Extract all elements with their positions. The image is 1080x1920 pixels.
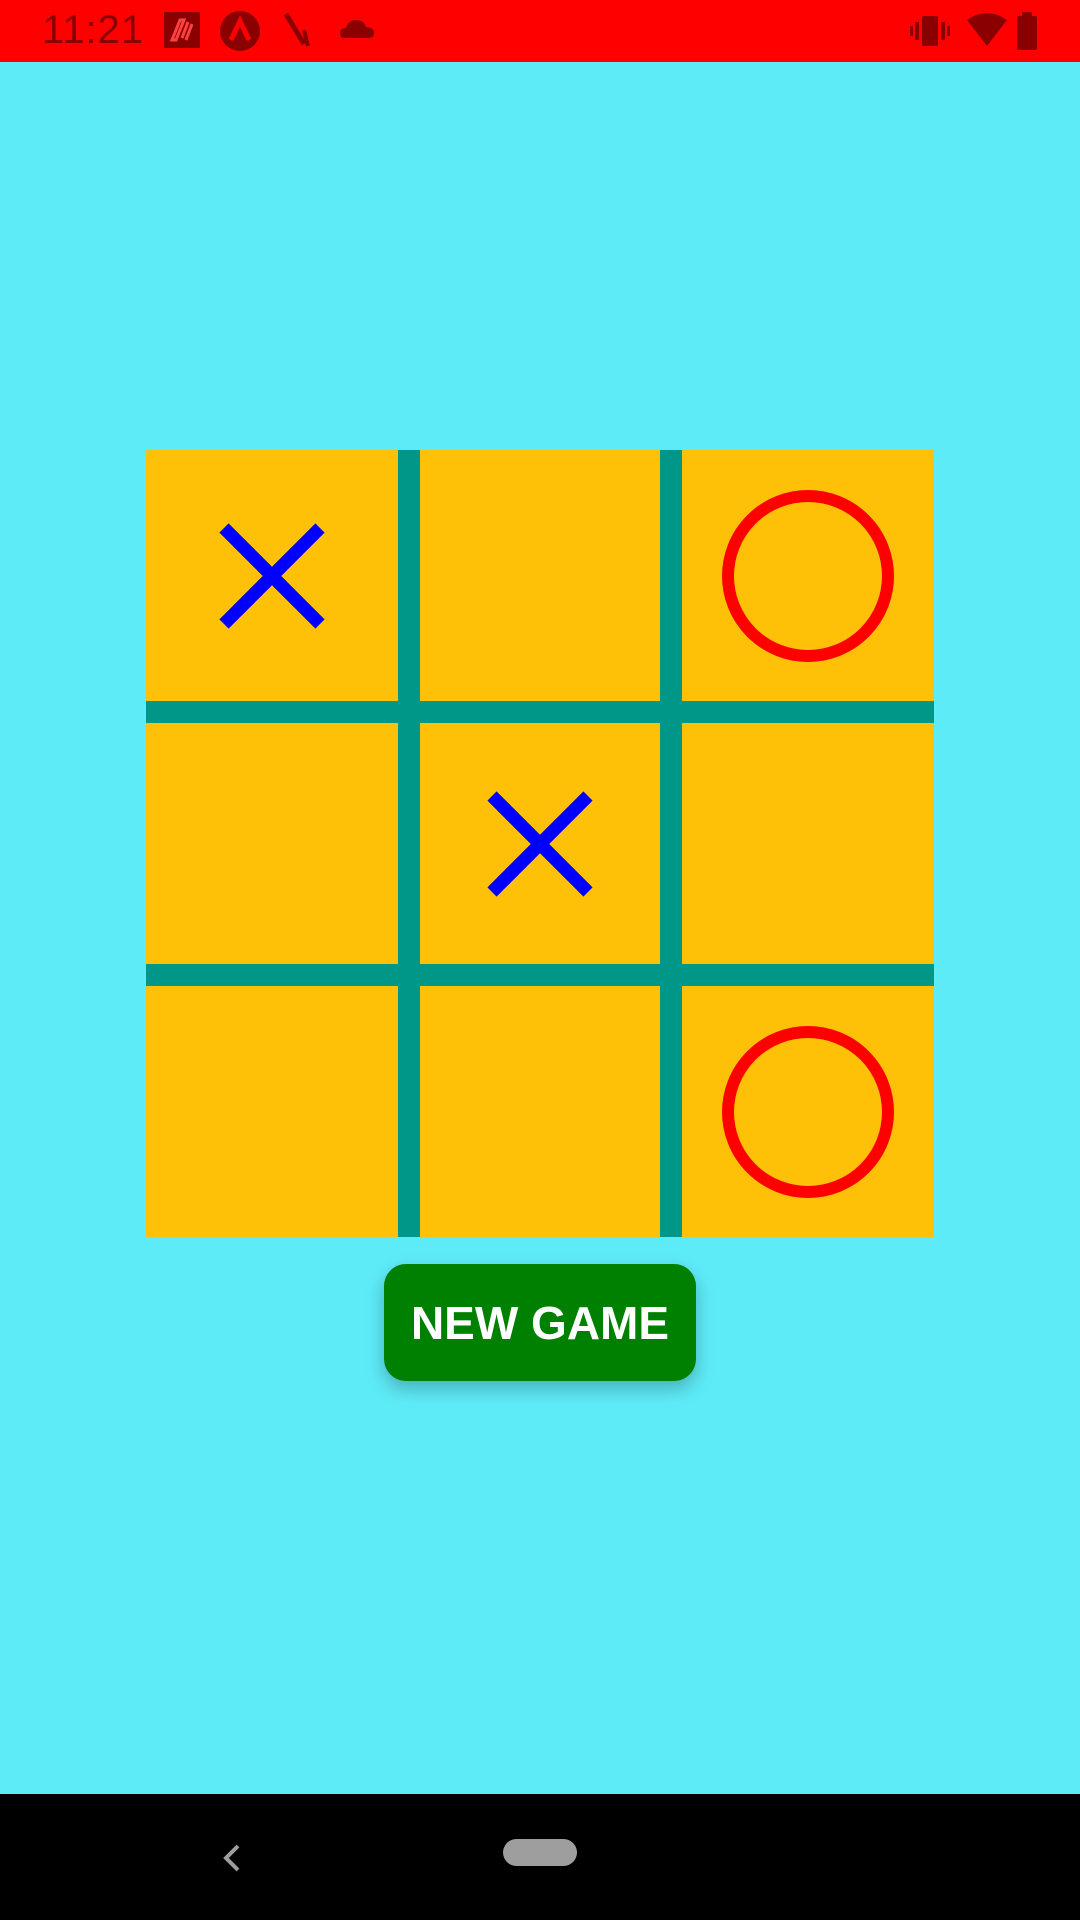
board-cell-r2-c1[interactable] (146, 723, 398, 964)
battery-icon (1016, 12, 1038, 55)
board-cell-r3-c1[interactable] (146, 986, 398, 1237)
wifi-icon (966, 12, 1008, 53)
x-mark-icon (219, 522, 325, 629)
home-pill-icon[interactable] (503, 1839, 577, 1866)
new-game-button[interactable]: NEW GAME (384, 1264, 696, 1381)
board-cell-r2-c2[interactable] (420, 723, 660, 964)
cloud-icon (338, 10, 376, 55)
status-time: 11:21 (42, 8, 145, 52)
board-cell-r3-c2[interactable] (420, 986, 660, 1237)
arch-icon (219, 10, 261, 57)
x-mark-icon (487, 790, 593, 897)
o-mark-icon (722, 1025, 894, 1198)
board-cell-r1-c1[interactable] (146, 450, 398, 701)
vibrate-icon (910, 12, 950, 55)
board-cell-r1-c2[interactable] (420, 450, 660, 701)
navigation-bar (0, 1794, 1080, 1920)
board-cell-r1-c3[interactable] (682, 450, 934, 701)
game-board (146, 450, 934, 1237)
notification-app-icon (162, 10, 202, 55)
o-mark-icon (722, 489, 894, 662)
back-icon[interactable] (218, 1838, 248, 1878)
board-cell-r3-c3[interactable] (682, 986, 934, 1237)
board-cell-r2-c3[interactable] (682, 723, 934, 964)
pen-icon (282, 10, 312, 55)
status-bar: 11:21 (0, 0, 1080, 62)
